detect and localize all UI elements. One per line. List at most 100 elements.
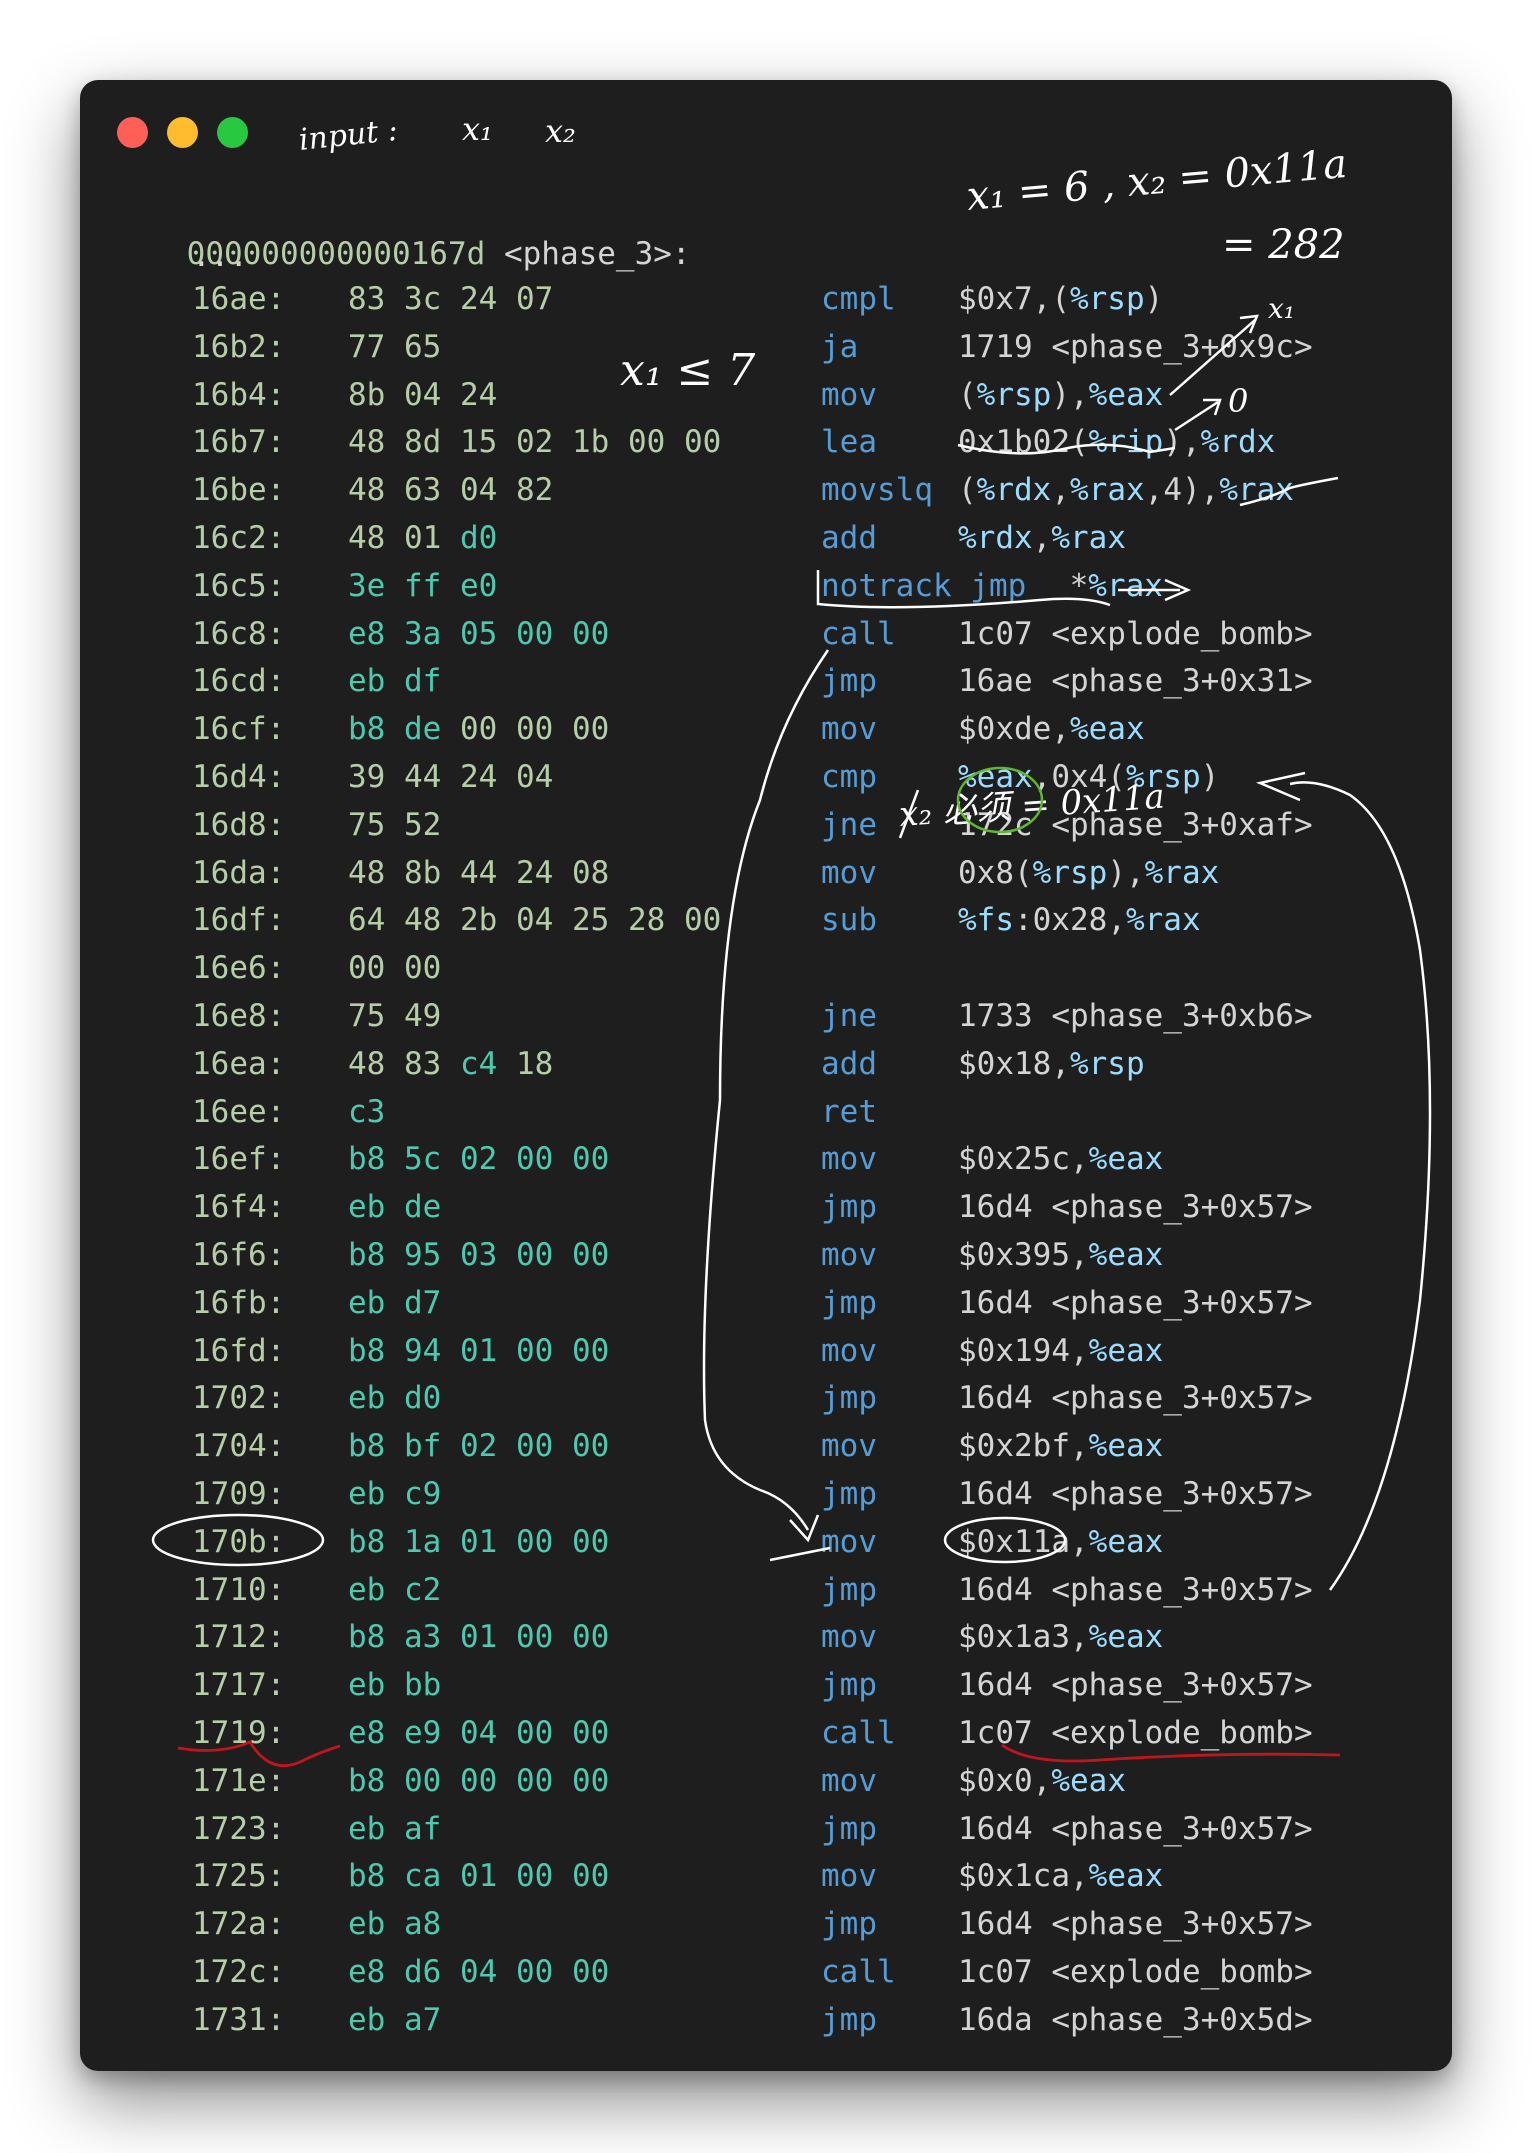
instruction-mnemonic: lea: [821, 424, 877, 461]
instruction-bytes: 48 8b 44 24 08: [348, 850, 609, 898]
instruction-operands: $0x25c,%eax: [958, 1136, 1163, 1184]
instruction-bytes: eb d0: [348, 1375, 441, 1423]
instruction-bytes: eb de: [348, 1184, 441, 1232]
bytes-segment: 64 48 2b 04 25 28 00: [348, 902, 722, 939]
bytes-segment: 83 3c 24 07: [348, 281, 554, 317]
code-line: 1731: eb a7 jmp 16da <phase_3+0x5d>: [80, 1997, 1452, 2045]
bytes-segment: af: [404, 1810, 442, 1847]
operand-text: 16d4 <phase_3+0x57>: [958, 1810, 1313, 1847]
instruction-operands: 1c07 <explode_bomb>: [958, 611, 1313, 659]
instruction-address: 16da:: [192, 854, 286, 891]
minimize-button[interactable]: [167, 117, 198, 148]
instruction-bytes: b8 bf 02 00 00: [348, 1423, 609, 1471]
instruction-bytes: e8 d6 04 00 00: [348, 1949, 609, 1997]
instruction-operands: 16d4 <phase_3+0x57>: [958, 1662, 1313, 1710]
instruction-address: 16b4:: [192, 376, 286, 413]
operand-text: (: [958, 376, 977, 413]
instruction-mnemonic: call: [821, 1714, 896, 1751]
instruction-bytes: eb af: [348, 1806, 441, 1854]
code-line: 16cd: eb df jmp 16ae <phase_3+0x31>: [80, 658, 1452, 706]
instruction-mnemonic: jmp: [821, 1475, 877, 1512]
instruction-operands: $0x11a,%eax: [958, 1519, 1163, 1567]
instruction-address: 1731:: [192, 2001, 286, 2038]
bytes-segment: 48 83: [348, 1045, 460, 1082]
register: %rdx: [958, 519, 1033, 556]
bytes-segment: c3: [348, 1093, 386, 1130]
operand-text: 16d4 <phase_3+0x57>: [958, 1189, 1313, 1226]
bytes-segment: 48 63 04 82: [348, 472, 554, 509]
register: %rax: [1219, 472, 1294, 509]
instruction-address: 16ea:: [192, 1045, 286, 1082]
instruction-mnemonic: movslq: [821, 472, 933, 509]
code-line: 16f4: eb de jmp 16d4 <phase_3+0x57>: [80, 1184, 1452, 1232]
instruction-bytes: 00 00: [348, 945, 441, 993]
close-button[interactable]: [117, 117, 148, 148]
code-line: 16c5: 3e ff e0 notrack jmp *%rax: [80, 563, 1452, 611]
instruction-bytes: b8 00 00 00 00: [348, 1758, 609, 1806]
instruction-operands: 1733 <phase_3+0xb6>: [958, 993, 1313, 1041]
code-line: 16ee: c3 ret: [80, 1089, 1452, 1137]
bytes-segment: eb bb: [348, 1667, 442, 1704]
register: %fs: [958, 902, 1014, 939]
instruction-operands: %eax,0x4(%rsp): [958, 754, 1219, 802]
instruction-address: 16f4:: [192, 1189, 286, 1226]
bytes-segment: de: [404, 1189, 442, 1226]
operand-text: 16d4 <phase_3+0x57>: [958, 1906, 1313, 1943]
code-line: 16fb: eb d7 jmp 16d4 <phase_3+0x57>: [80, 1280, 1452, 1328]
instruction-bytes: 83 3c 24 07: [348, 276, 553, 324]
instruction-mnemonic: jne: [821, 806, 877, 843]
operand-text: $0x194,: [958, 1332, 1089, 1369]
instruction-mnemonic: jmp: [821, 1810, 877, 1847]
code-line: 16ea: 48 83 c4 18 add $0x18,%rsp: [80, 1041, 1452, 1089]
instruction-address: 1704:: [192, 1428, 286, 1465]
zoom-button[interactable]: [217, 117, 248, 148]
instruction-address: 16fd:: [192, 1332, 286, 1369]
instruction-mnemonic: mov: [821, 1619, 877, 1656]
bytes-segment: b8 ca 01 00 00: [348, 1858, 610, 1895]
operand-text: $0x7,(: [958, 281, 1070, 317]
instruction-bytes: b8 94 01 00 00: [348, 1328, 609, 1376]
instruction-mnemonic: mov: [821, 1141, 877, 1178]
instruction-bytes: eb c2: [348, 1567, 441, 1615]
register: %rsp: [1069, 1045, 1145, 1082]
operand-text: $0x2bf,: [958, 1428, 1089, 1465]
code-line: 1702: eb d0 jmp 16d4 <phase_3+0x57>: [80, 1375, 1452, 1423]
bytes-segment: eb c9: [348, 1475, 442, 1512]
instruction-operands: 1719 <phase_3+0x9c>: [958, 324, 1313, 372]
operand-text: 16d4 <phase_3+0x57>: [958, 1667, 1313, 1704]
code-line: 16da: 48 8b 44 24 08 mov 0x8(%rsp),%rax: [80, 850, 1452, 898]
instruction-address: 1717:: [192, 1667, 286, 1704]
code-line: 1704: b8 bf 02 00 00 mov $0x2bf,%eax: [80, 1423, 1452, 1471]
instruction-address: 172a:: [192, 1906, 286, 1943]
bytes-segment: 48 01: [348, 519, 460, 556]
operand-text: 16d4 <phase_3+0x57>: [958, 1284, 1313, 1321]
instruction-mnemonic: jne: [821, 997, 877, 1034]
bytes-segment: eb: [348, 1810, 404, 1847]
instruction-address: 172c:: [192, 1953, 286, 1990]
operand-text: 0x8(: [958, 854, 1033, 891]
bytes-segment: eb a7: [348, 2001, 442, 2038]
bytes-segment: 77 65: [348, 328, 442, 365]
bytes-segment: b8 1a 01 00 00: [348, 1523, 610, 1560]
instruction-address: 16c8:: [192, 615, 286, 652]
instruction-bytes: 48 01 d0: [348, 515, 497, 563]
instruction-address: 1719:: [192, 1714, 286, 1751]
instruction-address: 1725:: [192, 1858, 286, 1895]
bytes-segment: d0: [459, 519, 498, 556]
instruction-address: 16ee:: [192, 1093, 286, 1130]
operand-text: 16d4 <phase_3+0x57>: [958, 1571, 1313, 1608]
bytes-segment: 48 8b 44 24 08: [348, 854, 610, 891]
code-line: 1710: eb c2 jmp 16d4 <phase_3+0x57>: [80, 1567, 1452, 1615]
bytes-segment: 3e ff e0: [348, 567, 498, 604]
instruction-operands: 16d4 <phase_3+0x57>: [958, 1567, 1313, 1615]
bytes-segment: b8 5c 02 00 00: [348, 1141, 610, 1178]
instruction-operands: 16ae <phase_3+0x31>: [958, 658, 1313, 706]
instruction-bytes: 75 52: [348, 802, 441, 850]
code-line: 16b7: 48 8d 15 02 1b 00 00 lea 0x1b02(%rip)…: [80, 419, 1452, 467]
window-controls: [117, 117, 248, 148]
operand-text: ): [1144, 281, 1164, 317]
register: %eax: [1088, 1619, 1164, 1656]
register: %rsp: [1125, 758, 1201, 795]
instruction-address: 1712:: [192, 1619, 286, 1656]
instruction-operands: 16d4 <phase_3+0x57>: [958, 1471, 1313, 1519]
